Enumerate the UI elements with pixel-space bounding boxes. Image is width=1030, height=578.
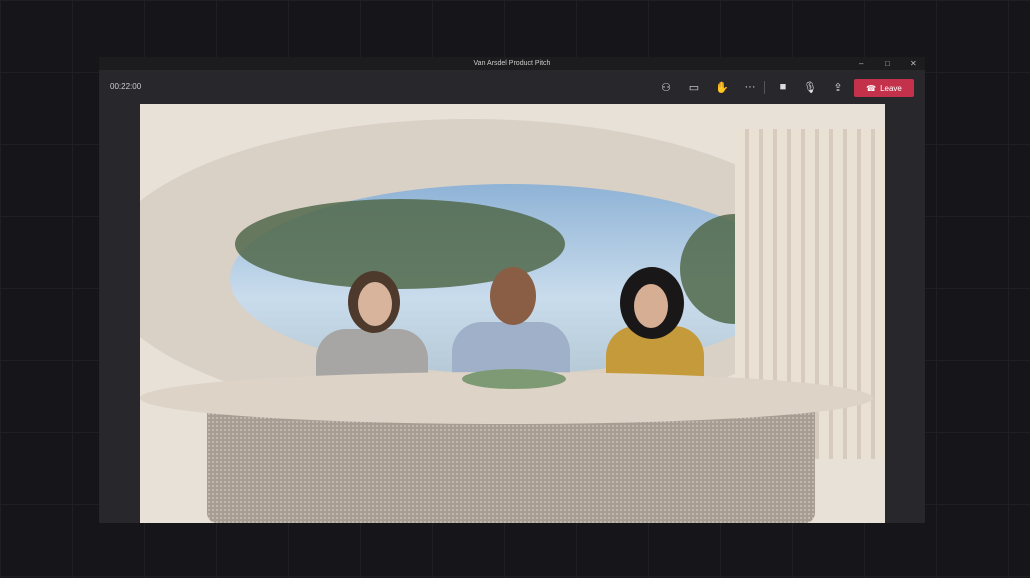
share-icon[interactable]: ⇪ (829, 79, 847, 95)
camera-icon[interactable]: ■ (774, 79, 792, 95)
leave-label: Leave (880, 83, 902, 93)
table-plant (462, 369, 566, 389)
meeting-window: Van Arsdel Product Pitch – □ ✕ 00:22:00 … (99, 57, 925, 523)
close-button[interactable]: ✕ (910, 57, 917, 70)
chat-icon[interactable]: ▭ (685, 79, 703, 95)
window-title: Van Arsdel Product Pitch (473, 60, 551, 67)
more-icon[interactable]: ··· (741, 79, 759, 95)
leave-button[interactable]: ☎ Leave (854, 79, 914, 97)
minimize-button[interactable]: – (859, 57, 863, 70)
meeting-toolbar: 00:22:00 ⚇ ▭ ✋ ··· ■ 🎙 ⇪ ☎ Leave (99, 70, 925, 104)
title-bar: Van Arsdel Product Pitch – □ ✕ (99, 57, 925, 70)
together-mode-video (140, 104, 885, 523)
mic-icon[interactable]: 🎙 (801, 79, 819, 95)
raise-hand-icon[interactable]: ✋ (713, 79, 731, 95)
people-icon[interactable]: ⚇ (657, 79, 675, 95)
divider (764, 81, 765, 94)
phone-hangup-icon: ☎ (866, 83, 877, 93)
maximize-button[interactable]: □ (885, 57, 890, 70)
meeting-timer: 00:22:00 (110, 82, 142, 91)
